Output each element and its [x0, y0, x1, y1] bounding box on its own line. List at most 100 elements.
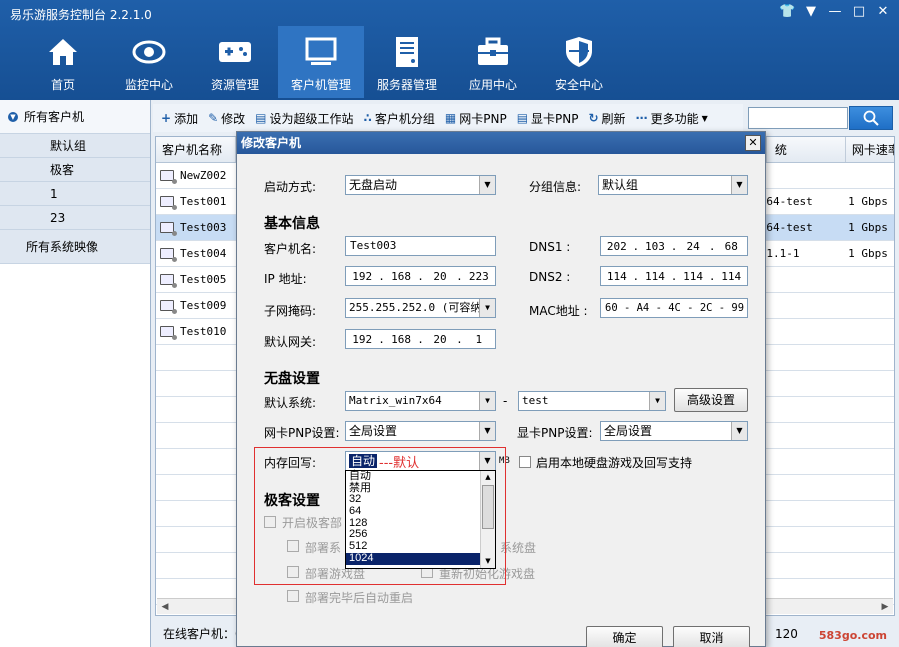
ip-octet: 192: [352, 332, 373, 346]
nav-monitor-center[interactable]: 监控中心: [106, 26, 192, 98]
sidebar-item-default-group[interactable]: 默认组: [0, 134, 150, 158]
scroll-down-icon[interactable]: ▼: [481, 555, 495, 568]
local-disk-checkbox[interactable]: [519, 456, 531, 468]
system-cell: [762, 293, 844, 318]
nav-label: 首页: [50, 78, 75, 92]
menu-dropdown-icon[interactable]: ▼: [803, 4, 819, 19]
client-group-button[interactable]: ∴ 客户机分组: [364, 110, 435, 127]
workstation-icon: ▤: [255, 111, 267, 125]
system-cell: [762, 267, 844, 292]
boot-mode-label: 启动方式:: [264, 180, 317, 194]
scroll-thumb[interactable]: [482, 485, 494, 529]
cancel-button[interactable]: 取消: [673, 626, 750, 647]
sidebar-item-group-1[interactable]: 1: [0, 182, 150, 206]
sidebar-item-group-23[interactable]: 23: [0, 206, 150, 230]
col-nic-speed[interactable]: 网卡速率: [846, 137, 894, 162]
memory-writeback-options[interactable]: 自动 禁用 32 64 128 256 512 1024 ▲ ▼: [345, 470, 496, 569]
dns2-input[interactable]: 114. 114. 114. 114: [600, 266, 748, 286]
enable-geek-checkbox[interactable]: [264, 516, 276, 528]
boot-mode-select[interactable]: 无盘启动 ▼: [345, 175, 496, 195]
gpu-pnp-setting-label: 显卡PNP设置:: [517, 426, 593, 440]
group-info-select[interactable]: 默认组 ▼: [598, 175, 748, 195]
dropdown-option[interactable]: 256: [346, 529, 495, 541]
client-name-input[interactable]: Test003: [345, 236, 496, 256]
gpu-pnp-button[interactable]: ▤ 显卡PNP: [517, 110, 579, 127]
set-super-workstation-button[interactable]: ▤ 设为超级工作站: [255, 110, 353, 127]
dns1-input[interactable]: 202. 103. 24. 68: [600, 236, 748, 256]
nav-label: 监控中心: [124, 78, 173, 92]
nav-home[interactable]: 首页: [20, 26, 106, 98]
enable-geek-label: 开启极客部: [282, 516, 343, 530]
nav-security-center[interactable]: 安全中心: [536, 26, 622, 98]
ip-octet: 20: [433, 332, 447, 346]
plus-icon: +: [161, 111, 172, 125]
secondary-system-select[interactable]: test ▼: [518, 391, 666, 411]
more-functions-button[interactable]: ⋯ 更多功能 ▼: [636, 110, 708, 127]
maximize-icon[interactable]: □: [851, 4, 867, 19]
system-cell: 64-test: [766, 194, 813, 208]
subnet-mask-select[interactable]: 255.255.252.0 (可容纳 ▼: [345, 298, 496, 318]
auto-reboot-label: 部署完毕后自动重启: [305, 591, 414, 605]
client-name-cell: Test010: [156, 319, 239, 344]
default-system-select[interactable]: Matrix_win7x64 ▼: [345, 391, 496, 411]
scroll-up-icon[interactable]: ▲: [481, 471, 495, 484]
memory-writeback-select[interactable]: 自动 ▼: [345, 451, 496, 471]
nav-client-management[interactable]: 客户机管理: [278, 26, 364, 98]
skin-icon[interactable]: 👕: [779, 4, 795, 19]
sidebar-item-all-images[interactable]: 所有系统映像: [0, 230, 150, 264]
eye-icon: [132, 36, 166, 68]
advanced-settings-button[interactable]: 高级设置: [674, 388, 748, 412]
subnet-mask-value: 255.255.252.0 (可容纳: [349, 301, 482, 314]
nav-resource-management[interactable]: 资源管理: [192, 26, 278, 98]
nav-server-management[interactable]: 服务器管理: [364, 26, 450, 98]
minimize-icon[interactable]: —: [827, 4, 843, 19]
add-button[interactable]: + 添加: [161, 110, 198, 127]
dialog-close-icon[interactable]: ✕: [745, 135, 761, 151]
dropdown-option[interactable]: 禁用: [346, 482, 495, 495]
nic-pnp-button[interactable]: ▦ 网卡PNP: [445, 110, 507, 127]
dropdown-scrollbar[interactable]: ▲ ▼: [480, 471, 495, 568]
ip-dot: .: [632, 239, 640, 253]
client-name-cell: Test004: [156, 241, 239, 266]
system-cell: [762, 319, 844, 344]
client-pc-icon: [160, 222, 177, 236]
add-label: 添加: [174, 111, 199, 126]
nic-pnp-setting-select[interactable]: 全局设置 ▼: [345, 421, 496, 441]
ip-dot: .: [708, 239, 716, 253]
dropdown-option[interactable]: 64: [346, 505, 495, 518]
close-icon[interactable]: ✕: [875, 4, 891, 19]
more-icon: ⋯: [635, 111, 648, 125]
mac-address-input[interactable]: 60 - A4 - 4C - 2C - 99 - 83: [600, 298, 748, 318]
edit-button[interactable]: ✎ 修改: [208, 110, 245, 127]
dropdown-option[interactable]: 32: [346, 494, 495, 506]
gpu-pnp-setting-value: 全局设置: [604, 424, 653, 438]
client-name-cell: Test005: [156, 267, 239, 292]
col-system[interactable]: 统: [767, 137, 846, 162]
auto-reboot-checkbox[interactable]: [287, 590, 299, 602]
deploy-system-checkbox[interactable]: [287, 540, 299, 552]
scroll-left-icon[interactable]: ◀: [158, 600, 172, 614]
scroll-right-icon[interactable]: ▶: [878, 600, 892, 614]
dropdown-option[interactable]: 自动: [346, 470, 495, 483]
col-client-name[interactable]: 客户机名称: [156, 137, 236, 162]
client-pc-icon: [160, 300, 177, 314]
nav-app-center[interactable]: 应用中心: [450, 26, 536, 98]
nav-label: 客户机管理: [290, 78, 351, 92]
sidebar-item-all-clients[interactable]: ▼ 所有客户机: [0, 100, 150, 134]
nic-speed-cell: 1 Gbps: [848, 220, 888, 234]
search-button[interactable]: [849, 106, 893, 130]
client-pc-icon: [160, 274, 177, 288]
dropdown-option[interactable]: 1024: [346, 552, 495, 565]
chevron-down-icon: ▼: [649, 392, 665, 410]
gpu-pnp-setting-select[interactable]: 全局设置 ▼: [600, 421, 748, 441]
ip-address-input[interactable]: 192. 168. 20. 223: [345, 266, 496, 286]
gateway-input[interactable]: 192. 168. 20. 1: [345, 329, 496, 349]
ok-button[interactable]: 确定: [586, 626, 663, 647]
sidebar-item-geek[interactable]: 极客: [0, 158, 150, 182]
dropdown-option[interactable]: 128: [346, 517, 495, 530]
refresh-button[interactable]: ↻ 刷新: [588, 110, 625, 127]
client-name-text: NewZ002: [180, 168, 227, 182]
deploy-game-disk-checkbox[interactable]: [287, 566, 299, 578]
mac-address-label: MAC地址 :: [529, 304, 588, 318]
search-input[interactable]: [748, 107, 848, 129]
